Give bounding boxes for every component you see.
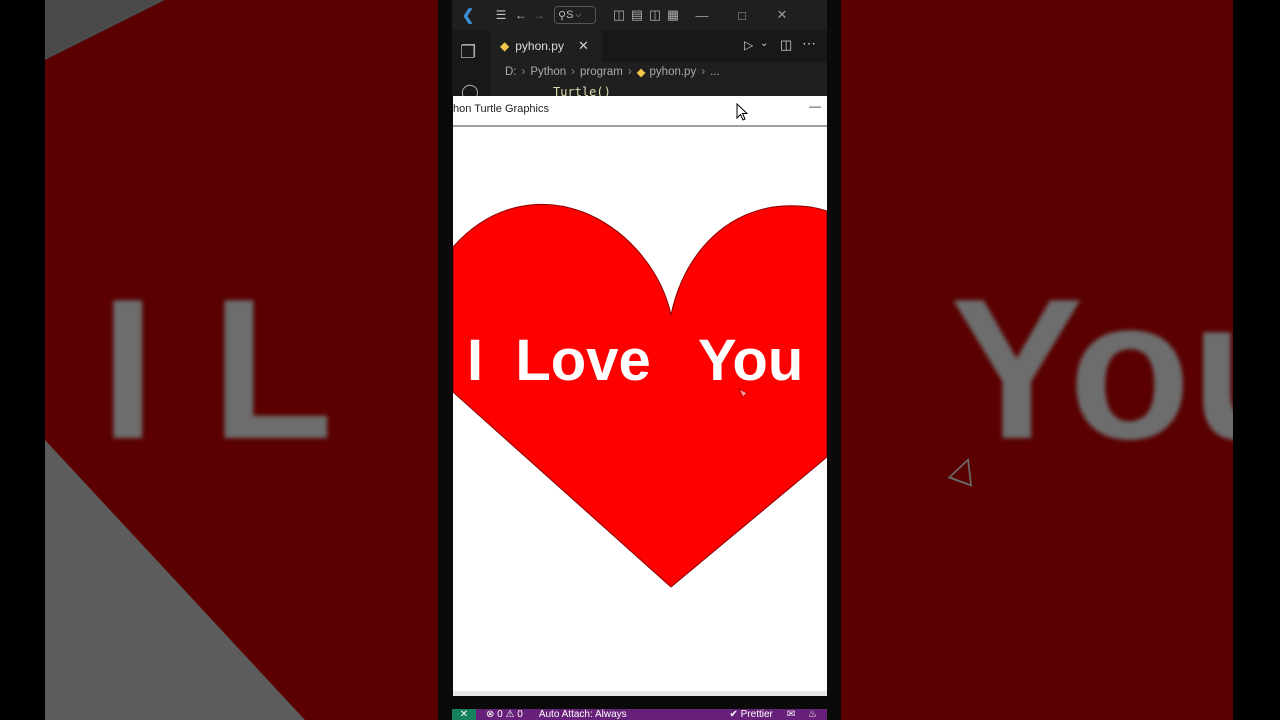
mouse-cursor-icon [736, 103, 748, 121]
status-icons: ✉ ♨ [787, 709, 817, 720]
chevron-right-icon: › [701, 66, 706, 78]
canvas-bottom-border [453, 691, 827, 696]
heart-shape [453, 203, 827, 588]
remote-indicator-icon[interactable]: ✕ [452, 709, 476, 720]
editor-tab-bar: ◆ pyhon.py ✕ ▷ ⌄ ◫ ⋯ [490, 30, 827, 62]
breadcrumb-item[interactable]: Python [530, 66, 566, 78]
python-file-icon: ◆ [636, 67, 646, 79]
back-arrow-icon[interactable]: ← [512, 0, 530, 30]
background-left-text: I L [100, 258, 334, 481]
close-tab-icon[interactable]: ✕ [578, 38, 589, 54]
vscode-statusbar: ✕ ⊗ 0 ⚠ 0 Auto Attach: Always ✔ Prettier… [452, 709, 827, 720]
breadcrumb: D: › Python › program › ◆ pyhon.py › ... [490, 62, 827, 82]
close-window-icon[interactable]: ✕ [762, 0, 802, 30]
run-chevron-down-icon[interactable]: ⌄ [760, 38, 768, 49]
chevron-right-icon: › [521, 66, 526, 78]
split-editor-icon[interactable]: ◫ [780, 37, 792, 53]
minimize-window-icon[interactable]: — [809, 99, 821, 113]
problems-count: 0 ⚠ 0 [497, 709, 523, 720]
toggle-secondary-sidebar-icon[interactable]: ◫ [646, 0, 664, 30]
breadcrumb-item[interactable]: D: [505, 66, 517, 78]
code-line: Turtle() [553, 85, 611, 96]
command-search-box[interactable]: ⚲ S ⌵ [554, 6, 596, 24]
chevron-down-icon: ⌵ [575, 10, 582, 19]
turtle-canvas: I Love You [453, 127, 827, 693]
toggle-panel-icon[interactable]: ▤ [628, 0, 646, 30]
breadcrumb-item[interactable]: program [580, 66, 623, 78]
more-actions-icon[interactable]: ⋯ [802, 35, 817, 52]
prettier-status[interactable]: ✔ Prettier [729, 709, 772, 720]
toggle-sidebar-icon[interactable]: ◫ [610, 0, 628, 30]
background-right-border [1233, 0, 1280, 720]
turtle-graphics-window: hon Turtle Graphics — I Love You [453, 96, 827, 696]
problems-indicator[interactable]: ⊗ 0 ⚠ 0 [486, 709, 523, 720]
code-editor[interactable]: Turtle() [490, 82, 827, 96]
vscode-logo-icon: ❮ [461, 7, 475, 24]
turtle-window-title: hon Turtle Graphics [453, 103, 549, 115]
background-right-text: You [950, 258, 1280, 481]
breadcrumb-item[interactable]: pyhon.py [650, 66, 697, 78]
explorer-files-icon[interactable]: ❐ [460, 42, 480, 62]
tab-label: pyhon.py [515, 39, 564, 53]
tab-pyhon-py[interactable]: ◆ pyhon.py ✕ [490, 30, 602, 62]
heart-text: I Love You [467, 328, 803, 393]
search-icon: ⚲ [558, 9, 567, 22]
auto-attach-status[interactable]: Auto Attach: Always [539, 709, 627, 720]
forward-arrow-icon[interactable]: → [530, 0, 548, 30]
error-icon: ⊗ [486, 709, 495, 720]
turtle-window-titlebar[interactable]: hon Turtle Graphics — [453, 96, 827, 127]
background-left-border [0, 0, 45, 720]
search-label: S [566, 9, 574, 21]
notifications-bell-icon[interactable]: ♨ [808, 709, 817, 720]
python-file-icon: ◆ [500, 39, 510, 53]
activity-bar: ❐ ◯ [452, 30, 490, 101]
menu-icon[interactable]: ☰ [490, 0, 512, 30]
heart-drawing: I Love You [453, 203, 827, 588]
minimize-window-icon[interactable]: — [682, 0, 722, 30]
maximize-window-icon[interactable]: □ [722, 0, 762, 30]
vscode-titlebar: ❮ ☰ ← → ⚲ S ⌵ ◫ ▤ ◫ ▦ — □ ✕ [452, 0, 827, 30]
feedback-icon[interactable]: ✉ [787, 709, 795, 720]
customize-layout-icon[interactable]: ▦ [664, 0, 682, 30]
screen-recording: ❮ ☰ ← → ⚲ S ⌵ ◫ ▤ ◫ ▦ — □ ✕ ❐ ◯ ◆ pyhon.… [438, 0, 841, 720]
breadcrumb-item[interactable]: ... [710, 66, 720, 78]
chevron-right-icon: › [571, 66, 575, 78]
run-icon[interactable]: ▷ [744, 38, 753, 52]
chevron-right-icon: › [627, 66, 632, 78]
